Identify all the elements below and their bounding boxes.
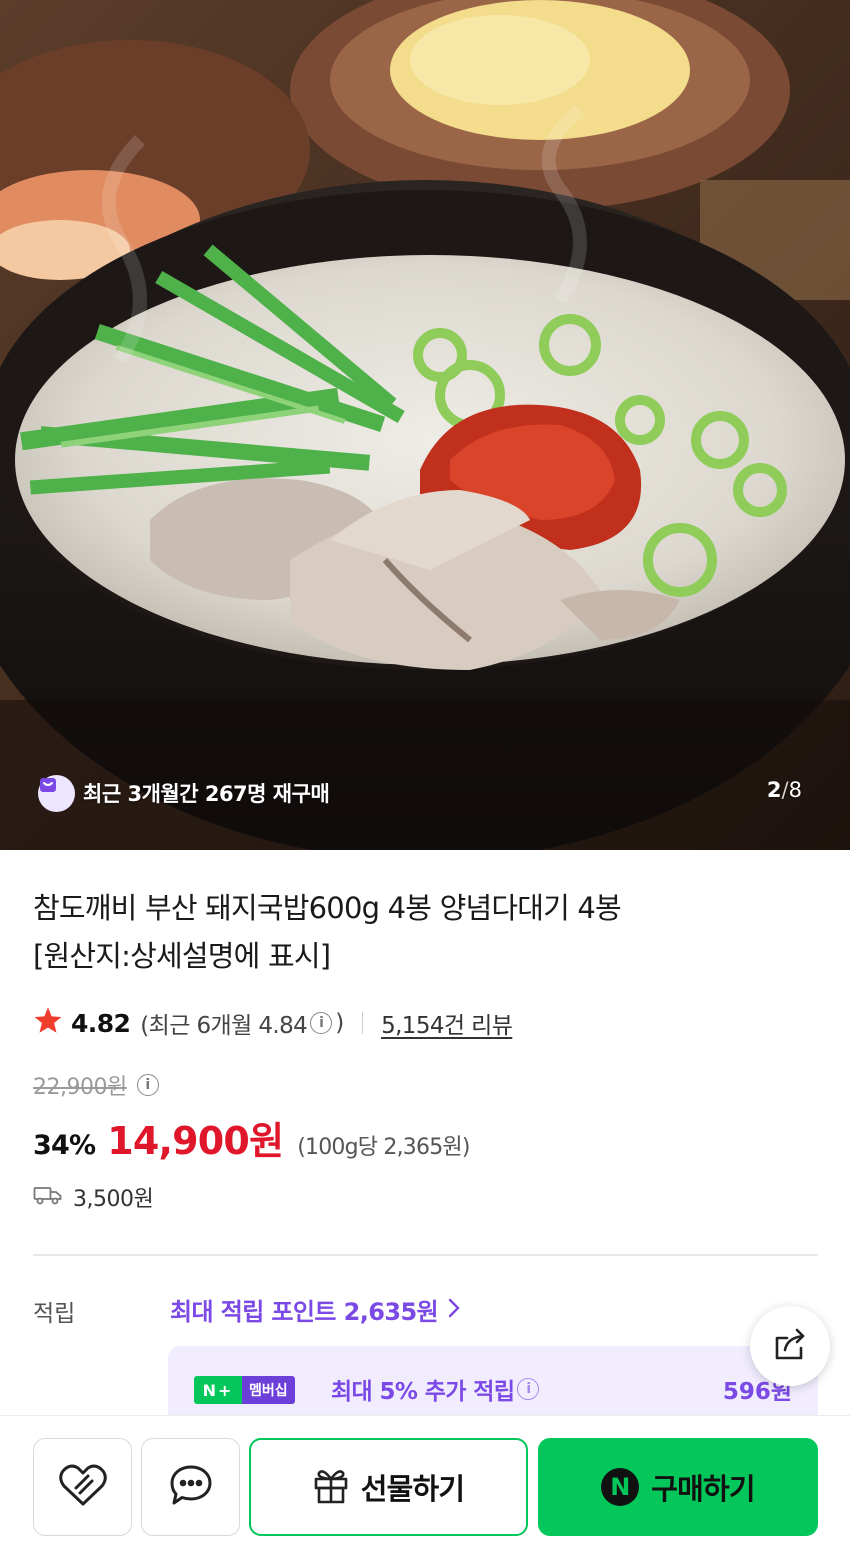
original-price: 22,900원 xyxy=(33,1075,127,1100)
recent-rating-close: ) xyxy=(335,1010,344,1036)
product-image-carousel[interactable]: 최근 3개월간 267명 재구매 2/8 xyxy=(0,0,850,850)
truck-icon xyxy=(33,1184,63,1210)
nplus-membership-box[interactable]: N+ 멤버십 최대 5% 추가 적립 i 596원 xyxy=(168,1346,818,1426)
product-title-line2: [원산지:상세설명에 표시] xyxy=(33,939,331,973)
sale-price: 14,900원 xyxy=(107,1119,284,1163)
pager-total: 8 xyxy=(788,778,802,802)
info-icon[interactable]: i xyxy=(310,1012,333,1034)
share-icon xyxy=(771,1326,809,1366)
buy-button-label: 구매하기 xyxy=(651,1472,755,1506)
product-title-line1: 참도깨비 부산 돼지국밥600g 4봉 양념다대기 4봉 xyxy=(33,891,622,925)
points-label: 적립 xyxy=(33,1301,76,1327)
review-count-link[interactable]: 5,154건 리뷰 xyxy=(381,1006,513,1040)
rating-divider xyxy=(361,1012,364,1034)
price-info-icon[interactable]: i xyxy=(136,1074,159,1096)
recent-rating: (최근 6개월 4.84 i ) xyxy=(140,1006,344,1040)
nplus-extra-points: 최대 5% 추가 적립 i xyxy=(331,1372,542,1406)
talk-talk-button[interactable] xyxy=(141,1438,240,1536)
nplus-extra-points-text: 최대 5% 추가 적립 xyxy=(331,1379,515,1405)
product-photo xyxy=(0,0,850,850)
nplus-badge-n: N+ xyxy=(194,1376,242,1404)
star-icon xyxy=(33,1006,63,1040)
chat-icon xyxy=(168,1463,214,1511)
repurchase-badge: 최근 3개월간 267명 재구매 xyxy=(38,774,330,812)
naver-pay-n-icon: N xyxy=(601,1468,640,1506)
discount-rate: 34% xyxy=(33,1130,96,1161)
rating-score: 4.82 xyxy=(71,1008,131,1038)
heart-icon xyxy=(58,1462,108,1512)
shipping-fee: 3,500원 xyxy=(73,1187,154,1212)
bottom-action-bar: 선물하기 N 구매하기 xyxy=(0,1415,850,1557)
nplus-info-icon[interactable]: i xyxy=(517,1378,540,1400)
shipping-row: 3,500원 xyxy=(33,1180,154,1214)
shopping-bag-icon xyxy=(38,774,75,812)
chevron-right-icon xyxy=(448,1296,460,1324)
max-points-text: 최대 적립 포인트 2,635원 xyxy=(170,1298,439,1326)
gift-button-label: 선물하기 xyxy=(360,1472,465,1506)
original-price-row: 22,900원 i xyxy=(33,1068,162,1102)
sale-price-row: 34% 14,900원 (100g당 2,365원) xyxy=(33,1110,470,1163)
points-row: 적립 최대 적립 포인트 2,635원 xyxy=(33,1290,818,1330)
max-points-link[interactable]: 최대 적립 포인트 2,635원 xyxy=(170,1292,460,1327)
gift-button[interactable]: 선물하기 xyxy=(249,1438,528,1536)
image-pager: 2/8 xyxy=(767,778,802,802)
nplus-membership-badge: N+ 멤버십 xyxy=(194,1376,295,1404)
pager-separator: / xyxy=(781,778,789,802)
recent-rating-text: (최근 6개월 4.84 xyxy=(140,1013,308,1039)
product-title: 참도깨비 부산 돼지국밥600g 4봉 양념다대기 4봉 [원산지:상세설명에 … xyxy=(33,884,793,980)
pager-current: 2 xyxy=(766,778,782,802)
rating-row: 4.82 (최근 6개월 4.84 i ) 5,154건 리뷰 xyxy=(33,1004,513,1042)
like-button[interactable] xyxy=(33,1438,132,1536)
share-button[interactable] xyxy=(750,1306,830,1386)
nplus-badge-member: 멤버십 xyxy=(242,1376,295,1404)
buy-button[interactable]: N 구매하기 xyxy=(538,1438,818,1536)
repurchase-text: 최근 3개월간 267명 재구매 xyxy=(83,782,330,806)
gift-icon xyxy=(313,1466,349,1508)
unit-price: (100g당 2,365원) xyxy=(297,1135,470,1160)
section-divider xyxy=(33,1254,818,1256)
